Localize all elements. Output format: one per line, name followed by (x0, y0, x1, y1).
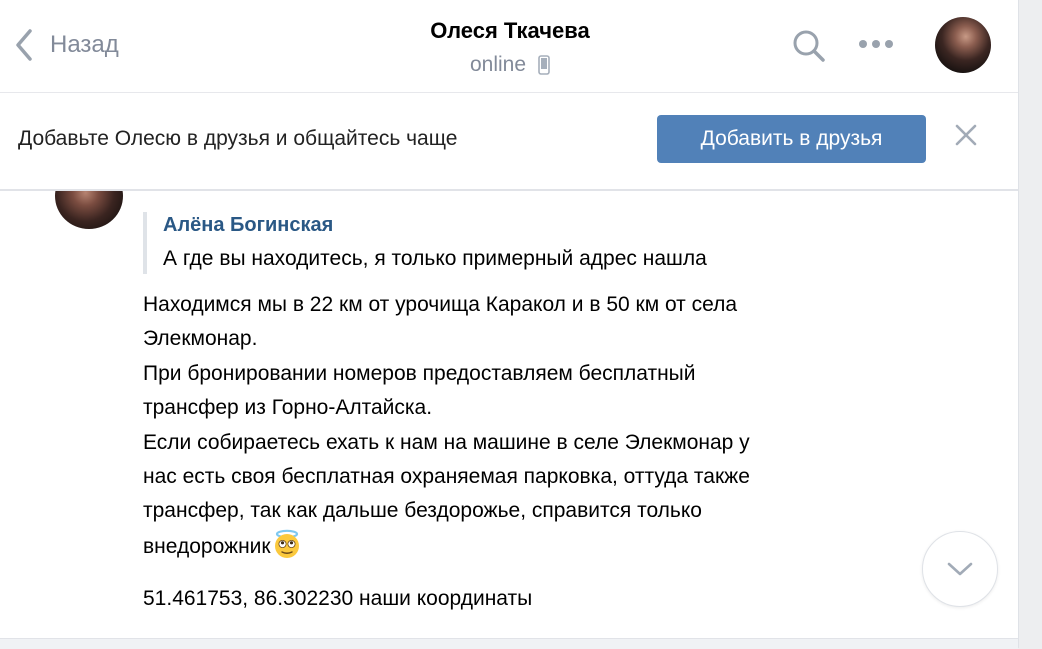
message-line: При бронировании номеров предоставляем б… (143, 361, 696, 385)
sender-avatar[interactable] (55, 191, 123, 229)
message-text: Находимся мы в 22 км от урочища Каракол … (143, 288, 750, 564)
mobile-phone-icon (538, 55, 550, 75)
close-icon[interactable] (954, 123, 978, 147)
back-button[interactable]: Назад (14, 28, 119, 62)
chevron-down-icon (947, 562, 973, 576)
contact-name: Олеся Ткачева (430, 18, 590, 43)
quote-text: А где вы находитесь, я только примерный … (163, 247, 707, 270)
quote-author[interactable]: Алёна Богинская (163, 212, 707, 238)
chat-title-block[interactable]: Олеся Ткачева online (360, 16, 660, 80)
message-line: трансфер из Горно-Алтайска. (143, 396, 433, 420)
chat-window: Назад Олеся Ткачева online Добавьте Олес… (0, 0, 1018, 649)
message-line: трансфер, так как дальше бездорожье, спр… (143, 499, 702, 523)
coordinates-text: 51.461753, 86.302230 наши координаты (143, 587, 533, 610)
message-line: Находимся мы в 22 км от урочища Каракол … (143, 293, 738, 316)
forwarded-message: Алёна Богинская А где вы находитесь, я т… (143, 212, 707, 274)
status-text: online (469, 53, 527, 76)
halo-face-emoji-icon (274, 529, 299, 558)
message-line: Если собираетесь ехать к нам на машине в… (143, 430, 750, 454)
chevron-left-icon (16, 29, 32, 61)
message-line: Элекмонар. (143, 327, 258, 351)
chat-header: Назад Олеся Ткачева online (0, 0, 1018, 93)
message-line-last: внедорожник (143, 529, 750, 564)
online-status: online (470, 50, 550, 80)
more-options-icon[interactable] (858, 38, 894, 50)
composer-divider (0, 638, 1018, 649)
message-history: Алёна Богинская А где вы находитесь, я т… (0, 191, 1018, 639)
page-gutter (1018, 0, 1042, 648)
message-line: нас есть своя бесплатная охраняемая парк… (143, 465, 750, 489)
scroll-to-bottom-button[interactable] (922, 531, 998, 607)
add-friend-bar: Добавьте Олесю в друзья и общайтесь чаще… (0, 93, 1018, 191)
contact-avatar[interactable] (935, 17, 991, 73)
search-icon[interactable] (792, 29, 826, 63)
add-friend-button[interactable]: Добавить в друзья (657, 115, 926, 163)
back-label: Назад (50, 31, 119, 58)
message-line: внедорожник (143, 534, 271, 558)
add-friend-prompt: Добавьте Олесю в друзья и общайтесь чаще (18, 127, 458, 150)
